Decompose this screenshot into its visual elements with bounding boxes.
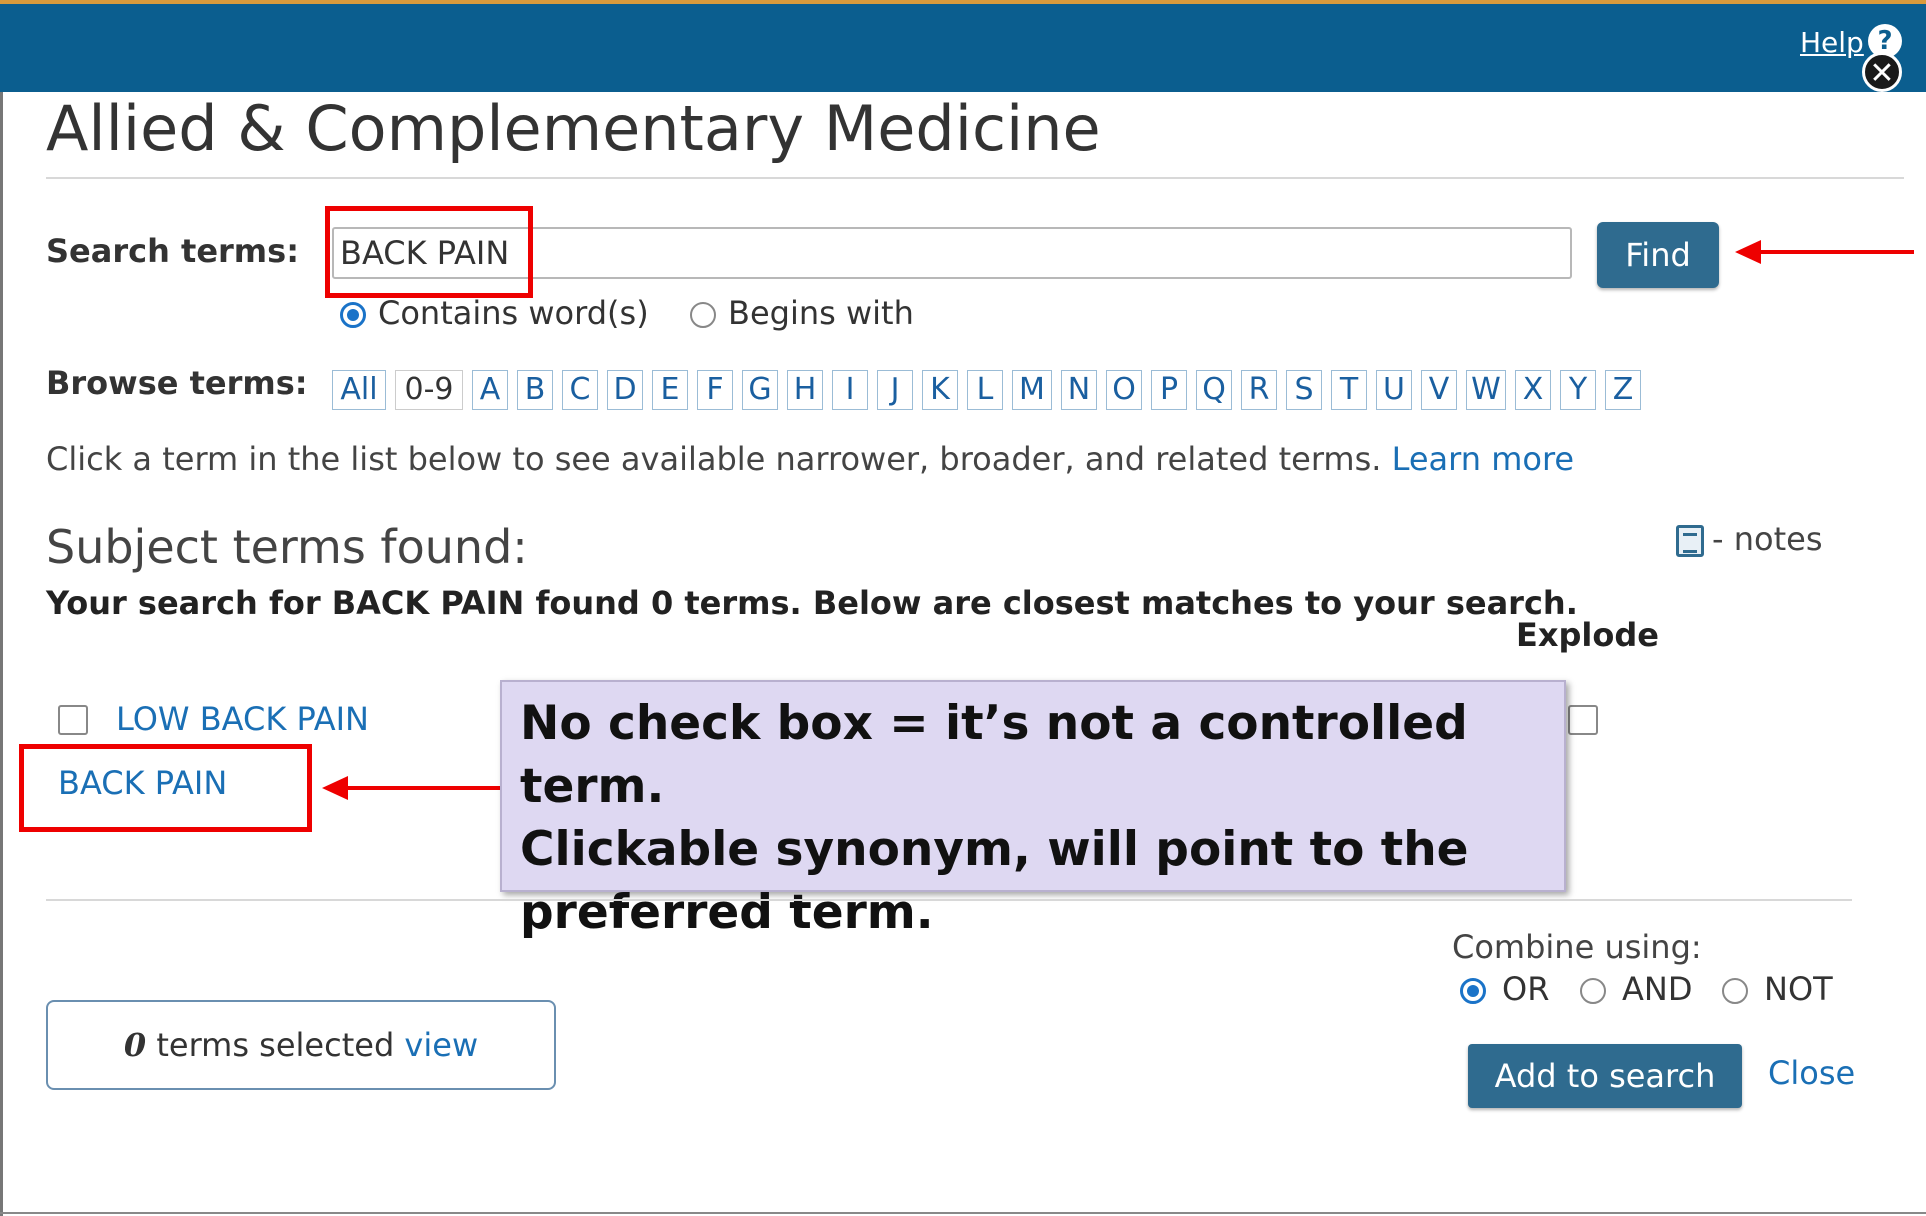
- browse-letter-all[interactable]: All: [332, 370, 386, 410]
- find-button[interactable]: Find: [1597, 222, 1719, 288]
- selected-count: 0: [123, 1026, 147, 1064]
- browse-terms-label: Browse terms:: [46, 364, 308, 402]
- callout-line: preferred term.: [520, 885, 934, 940]
- combine-not-label: NOT: [1764, 970, 1833, 1008]
- callout-line: Clickable synonym, will point to the: [520, 822, 1469, 877]
- instructions-label: Click a term in the list below to see av…: [46, 440, 1382, 478]
- notes-legend: - notes: [1676, 520, 1822, 558]
- browse-letter-n[interactable]: N: [1061, 370, 1097, 410]
- view-selected-link[interactable]: view: [404, 1026, 478, 1064]
- combine-not-radio[interactable]: [1722, 978, 1748, 1004]
- close-icon[interactable]: ✕: [1862, 52, 1902, 92]
- dialog-left-border: [0, 92, 3, 1216]
- subject-terms-heading: Subject terms found:: [46, 520, 528, 574]
- notes-icon: [1676, 525, 1704, 557]
- browse-letter-j[interactable]: J: [877, 370, 913, 410]
- selected-terms-box: 0 terms selected view: [46, 1000, 556, 1090]
- combine-and-radio[interactable]: [1580, 978, 1606, 1004]
- browse-letter-l[interactable]: L: [967, 370, 1003, 410]
- browse-letter-w[interactable]: W: [1466, 370, 1506, 410]
- learn-more-link[interactable]: Learn more: [1392, 440, 1575, 478]
- browse-letter-d[interactable]: D: [607, 370, 643, 410]
- explode-column-label: Explode: [1516, 616, 1659, 654]
- combine-or-radio[interactable]: [1460, 978, 1486, 1004]
- browse-letter-r[interactable]: R: [1241, 370, 1277, 410]
- browse-letter-y[interactable]: Y: [1560, 370, 1596, 410]
- browse-letter-s[interactable]: S: [1286, 370, 1322, 410]
- browse-letter-z[interactable]: Z: [1605, 370, 1641, 410]
- page-title: Allied & Complementary Medicine: [46, 92, 1101, 165]
- browse-letter-p[interactable]: P: [1151, 370, 1187, 410]
- help-link[interactable]: Help: [1800, 26, 1864, 59]
- browse-letter-f[interactable]: F: [697, 370, 733, 410]
- begins-with-label: Begins with: [728, 294, 914, 332]
- browse-letter-v[interactable]: V: [1421, 370, 1457, 410]
- browse-letter-g[interactable]: G: [742, 370, 778, 410]
- dialog-header-bar: Help ? ✕: [0, 0, 1926, 92]
- search-terms-label: Search terms:: [46, 232, 299, 270]
- annotation-back-pain-arrow-head: [322, 776, 348, 800]
- annotation-back-pain-highlight: [19, 744, 312, 832]
- browse-letter-b[interactable]: B: [517, 370, 553, 410]
- add-to-search-button[interactable]: Add to search: [1468, 1044, 1742, 1108]
- dialog-bottom-border: [0, 1212, 1926, 1214]
- term-link-low-back-pain[interactable]: LOW BACK PAIN: [116, 700, 369, 738]
- title-divider: [46, 177, 1904, 179]
- browse-letter-x[interactable]: X: [1515, 370, 1551, 410]
- browse-letter-i[interactable]: I: [832, 370, 868, 410]
- browse-letter-m[interactable]: M: [1012, 370, 1052, 410]
- begins-with-radio[interactable]: [690, 302, 716, 328]
- browse-letter-u[interactable]: U: [1376, 370, 1412, 410]
- notes-label: - notes: [1712, 520, 1823, 558]
- combine-and-label: AND: [1622, 970, 1693, 1008]
- browse-letter-e[interactable]: E: [652, 370, 688, 410]
- browse-letter-0-9[interactable]: 0-9: [395, 370, 463, 410]
- selected-text: terms selected: [156, 1026, 395, 1064]
- combine-using-label: Combine using:: [1452, 928, 1702, 966]
- browse-letter-a[interactable]: A: [472, 370, 508, 410]
- contains-words-label: Contains word(s): [378, 294, 649, 332]
- browse-letter-q[interactable]: Q: [1196, 370, 1232, 410]
- footer-divider: [46, 899, 1852, 901]
- annotation-search-highlight: [325, 206, 533, 298]
- low-back-pain-checkbox[interactable]: [58, 705, 88, 735]
- search-result-message: Your search for BACK PAIN found 0 terms.…: [46, 584, 1578, 622]
- contains-words-radio[interactable]: [340, 302, 366, 328]
- explode-checkbox[interactable]: [1568, 705, 1598, 735]
- browse-letter-h[interactable]: H: [787, 370, 823, 410]
- annotation-find-arrow-line: [1756, 250, 1914, 254]
- annotation-callout: No check box = it’s not a controlled ter…: [500, 680, 1566, 940]
- instructions-text: Click a term in the list below to see av…: [46, 440, 1574, 478]
- browse-letter-k[interactable]: K: [922, 370, 958, 410]
- annotation-back-pain-arrow-line: [346, 786, 500, 790]
- browse-letter-o[interactable]: O: [1106, 370, 1142, 410]
- callout-line: No check box = it’s not a controlled ter…: [520, 696, 1468, 814]
- browse-letter-c[interactable]: C: [562, 370, 598, 410]
- browse-letter-t[interactable]: T: [1331, 370, 1367, 410]
- close-link[interactable]: Close: [1768, 1054, 1855, 1092]
- combine-or-label: OR: [1502, 970, 1550, 1008]
